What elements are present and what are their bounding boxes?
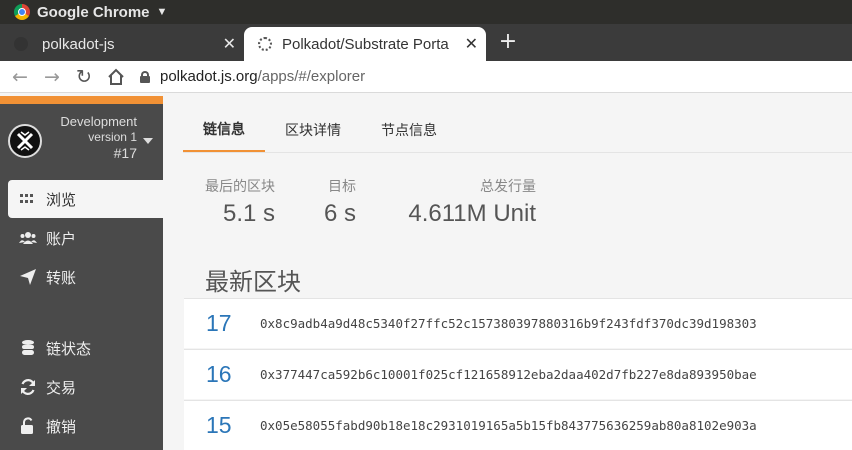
os-top-bar: Google Chrome ▼ xyxy=(0,0,852,24)
database-icon xyxy=(19,339,37,357)
tab-chain-info[interactable]: 链信息 xyxy=(183,108,265,152)
sidebar-accent-bar xyxy=(0,96,163,104)
sidebar-item-label: 转账 xyxy=(46,268,77,287)
sidebar-item-label: 浏览 xyxy=(46,190,77,209)
url-path: /apps/#/explorer xyxy=(257,68,366,85)
block-hash: 0x05e58055fabd90b18e18c2931019165a5b15fb… xyxy=(260,418,757,433)
browser-tab-polkadot-apps[interactable]: Polkadot/Substrate Porta ✕ xyxy=(244,27,486,61)
table-row: 17 0x8c9adb4a9d48c5340f27ffc52c157380397… xyxy=(184,298,852,348)
reload-icon[interactable]: ↻ xyxy=(68,61,100,93)
address-bar[interactable]: polkadot.js.org/apps/#/explorer xyxy=(140,68,365,85)
stat-total-issuance: 总发行量 4.611M Unit xyxy=(395,176,536,228)
sidebar-item-extrinsics[interactable]: 交易 xyxy=(8,368,163,406)
block-hash: 0x8c9adb4a9d48c5340f27ffc52c157380397880… xyxy=(260,316,757,331)
sidebar-item-label: 撤销 xyxy=(46,417,77,436)
grid-dots-icon xyxy=(19,190,37,208)
chain-logo-icon xyxy=(8,124,42,158)
chrome-logo-icon xyxy=(14,4,30,20)
sidebar-item-transfer[interactable]: 转账 xyxy=(8,258,163,296)
back-arrow-icon[interactable]: ← xyxy=(4,61,36,93)
stat-value: 4.611M Unit xyxy=(408,200,536,227)
sidebar-item-sudo[interactable]: 撤销 xyxy=(8,407,163,445)
tab-title: polkadot-js xyxy=(42,35,115,53)
chain-version: version 1 xyxy=(88,130,137,144)
block-number-link[interactable]: 16 xyxy=(184,361,260,388)
sidebar-item-label: 交易 xyxy=(46,378,77,397)
tab-title: Polkadot/Substrate Porta xyxy=(282,35,449,53)
tab-close-icon[interactable]: ✕ xyxy=(465,34,478,54)
sidebar-item-accounts[interactable]: 账户 xyxy=(8,219,163,257)
stat-label: 最后的区块 xyxy=(205,178,275,194)
table-row: 16 0x377447ca592b6c10001f025cf121658912e… xyxy=(184,349,852,399)
stat-label: 总发行量 xyxy=(480,178,536,194)
chain-name: Development xyxy=(60,114,137,129)
tab-block-details[interactable]: 区块详情 xyxy=(265,108,361,152)
sidebar-item-explorer[interactable]: 浏览 xyxy=(8,180,163,218)
tab-favicon-icon xyxy=(258,37,272,51)
block-number-link[interactable]: 15 xyxy=(184,412,260,439)
block-number-link[interactable]: 17 xyxy=(184,310,260,337)
url-host: polkadot.js.org xyxy=(160,68,258,85)
stat-value: 5.1 s xyxy=(222,200,275,227)
browser-toolbar: ← → ↻ polkadot.js.org/apps/#/explorer xyxy=(0,61,852,93)
chevron-down-icon[interactable] xyxy=(143,138,153,144)
table-row: 15 0x05e58055fabd90b18e18c2931019165a5b1… xyxy=(184,400,852,450)
tab-close-icon[interactable]: ✕ xyxy=(223,34,236,54)
stat-label: 目标 xyxy=(328,178,356,194)
forward-arrow-icon[interactable]: → xyxy=(36,61,68,93)
new-tab-button[interactable]: + xyxy=(497,27,519,57)
sidebar-item-label: 账户 xyxy=(46,229,77,248)
users-icon xyxy=(19,229,37,247)
app-menu-caret-icon[interactable]: ▼ xyxy=(157,6,168,18)
unlock-icon xyxy=(19,417,37,435)
paper-plane-icon xyxy=(19,268,37,286)
browser-tab-strip: polkadot-js ✕ Polkadot/Substrate Porta ✕… xyxy=(0,24,852,61)
block-hash: 0x377447ca592b6c10001f025cf121658912eba2… xyxy=(260,367,757,382)
stat-target: 目标 6 s xyxy=(313,176,356,228)
tab-favicon-icon xyxy=(14,37,28,51)
tab-node-info[interactable]: 节点信息 xyxy=(361,108,457,152)
sync-icon xyxy=(19,378,37,396)
sidebar-item-chain-state[interactable]: 链状态 xyxy=(8,329,163,367)
sidebar: Development version 1 #17 浏览 账户 转账 链状态 交… xyxy=(0,96,163,450)
browser-tab-polkadot-js[interactable]: polkadot-js ✕ xyxy=(0,27,244,61)
stat-value: 6 s xyxy=(323,200,356,227)
lock-icon[interactable] xyxy=(140,70,150,83)
main-content: 链信息 区块详情 节点信息 最后的区块 5.1 s 目标 6 s 总发行量 4.… xyxy=(163,96,852,450)
home-icon[interactable] xyxy=(100,61,132,93)
chain-selector[interactable]: Development version 1 #17 xyxy=(0,104,163,174)
recent-blocks-title: 最新区块 xyxy=(205,268,301,296)
tabs-divider xyxy=(183,152,852,153)
explorer-tabs: 链信息 区块详情 节点信息 xyxy=(183,108,457,152)
app-name[interactable]: Google Chrome xyxy=(37,4,150,21)
chain-best-block: #17 xyxy=(113,145,137,161)
stat-last-block: 最后的区块 5.1 s xyxy=(203,176,275,228)
sidebar-item-label: 链状态 xyxy=(46,339,92,358)
